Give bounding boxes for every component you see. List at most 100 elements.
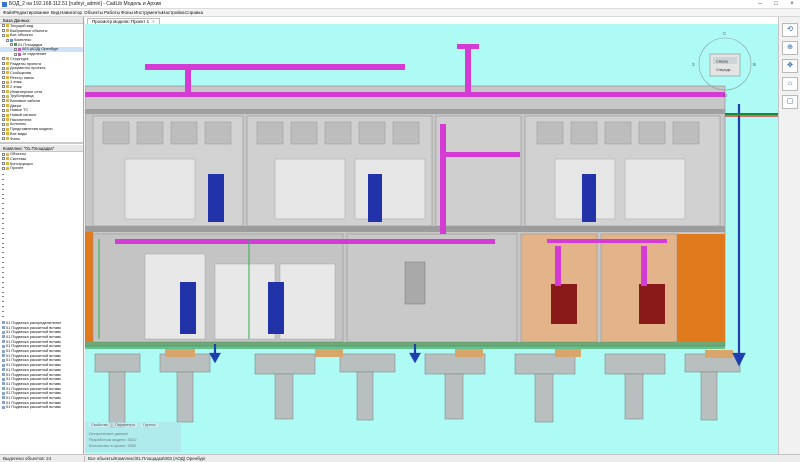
- orange-wall-left: [85, 232, 93, 342]
- expand-toggle-icon[interactable]: [2, 80, 5, 84]
- tree-connector: [2, 262, 4, 264]
- list-item-label: 01 Подвеска раскатной вставк: [6, 400, 61, 405]
- minimize-button[interactable]: –: [752, 0, 768, 9]
- folder-icon: [6, 80, 9, 84]
- element-icon: [2, 391, 5, 395]
- expand-toggle-icon[interactable]: [2, 113, 5, 117]
- zoom-icon[interactable]: ⊕: [782, 41, 798, 55]
- element-icon: [2, 372, 5, 376]
- expand-toggle-icon[interactable]: [2, 118, 5, 122]
- tree-connector: [2, 188, 4, 190]
- expand-toggle-icon[interactable]: [2, 61, 5, 65]
- info-tab-groups[interactable]: Группы: [141, 423, 158, 427]
- menu-file[interactable]: Файл: [3, 10, 14, 15]
- folder-icon: [6, 152, 9, 156]
- menu-settings[interactable]: Настройка: [162, 10, 185, 15]
- pan-icon[interactable]: ✥: [782, 59, 798, 73]
- view-cube[interactable]: [698, 37, 752, 91]
- list-item-label: 01 Подвеска раскатной вставк: [6, 325, 61, 330]
- menu-objects[interactable]: Объекты: [84, 10, 103, 15]
- expand-toggle-icon[interactable]: [2, 136, 5, 140]
- folder-icon: [6, 94, 9, 98]
- expand-toggle-icon[interactable]: [2, 127, 5, 131]
- menu-view[interactable]: Вид: [51, 10, 59, 15]
- list-item-label: 01 Подвеска раскатной вставк: [6, 349, 61, 354]
- tree-item[interactable]: Фоны: [0, 137, 83, 142]
- bim-model-render: Сверху Спереди С Ю З В: [85, 31, 778, 454]
- element-icon: [2, 330, 5, 334]
- info-line: Количество в проект: 4550: [89, 444, 136, 448]
- tree-connector: [2, 247, 4, 249]
- expand-toggle-icon[interactable]: [2, 66, 5, 70]
- element-icon: [2, 382, 5, 386]
- element-icon: [2, 349, 5, 353]
- element-list: 01 Подвеска распределительн 01 Подвеска р…: [0, 321, 83, 410]
- expand-toggle-icon[interactable]: [2, 76, 5, 80]
- maximize-button[interactable]: □: [768, 0, 784, 9]
- expand-toggle-icon[interactable]: [14, 52, 17, 56]
- list-item-label: 01 Подвеска раскатной вставк: [6, 381, 61, 386]
- folder-icon: [6, 99, 9, 103]
- orange-wall-right: [677, 234, 725, 342]
- tree-item-label: 2 этаж: [10, 84, 22, 89]
- status-selected-count: Выделено объектов: 24: [3, 456, 52, 461]
- model-3d-view[interactable]: Сверху Спереди С Ю З В Свойства Параметр…: [85, 24, 778, 454]
- tree-item-label: Разделы проекта: [10, 61, 41, 66]
- model-viewport-frame: Просмотр модели: Проект 1 × Сверху Спере…: [85, 17, 778, 454]
- expand-toggle-icon[interactable]: [2, 71, 5, 75]
- expand-toggle-icon[interactable]: [2, 24, 5, 28]
- folder-icon: [6, 132, 9, 136]
- expand-toggle-icon[interactable]: [2, 157, 5, 161]
- expand-toggle-icon[interactable]: [2, 90, 5, 94]
- expand-toggle-icon[interactable]: [2, 94, 5, 98]
- menu-tools[interactable]: Инструменты: [134, 10, 163, 15]
- folder-icon: [6, 90, 9, 94]
- tree-connector: [2, 291, 4, 293]
- tree-connector: [2, 218, 4, 220]
- info-tab-properties[interactable]: Свойства: [89, 423, 110, 427]
- list-item-label: 01 Подвеска раскатной вставк: [6, 330, 61, 335]
- expand-toggle-icon[interactable]: [2, 85, 5, 89]
- home-view-icon[interactable]: ⌂: [782, 77, 798, 91]
- menu-help[interactable]: Справка: [185, 10, 203, 15]
- expand-toggle-icon[interactable]: [2, 99, 5, 103]
- folder-icon: [6, 85, 9, 89]
- panel-splitter[interactable]: [0, 142, 83, 145]
- menu-works[interactable]: Работы: [104, 10, 120, 15]
- menu-backgrounds[interactable]: Фоны: [121, 10, 133, 15]
- expand-toggle-icon[interactable]: [10, 43, 13, 47]
- expand-toggle-icon[interactable]: [2, 33, 5, 37]
- tree-item-label: Документы проекта: [10, 66, 46, 71]
- expand-toggle-icon[interactable]: [2, 152, 5, 156]
- list-item-label: 01 Подвеска раскатной вставк: [6, 363, 61, 368]
- list-item-label: 01 Подвеска раскатной вставк: [6, 344, 61, 349]
- ground-slab: [85, 342, 725, 349]
- info-tab-params[interactable]: Параметры: [113, 423, 138, 427]
- fit-view-icon[interactable]: ▢: [782, 95, 798, 109]
- expand-toggle-icon[interactable]: [2, 104, 5, 108]
- expand-toggle-icon[interactable]: [2, 108, 5, 112]
- tree-item-label: Структура: [10, 56, 29, 61]
- folder-icon: [6, 118, 9, 122]
- expand-toggle-icon[interactable]: [2, 162, 5, 166]
- expand-toggle-icon[interactable]: [2, 57, 5, 61]
- expand-toggle-icon[interactable]: [14, 47, 17, 51]
- menu-edit[interactable]: Редактирование: [14, 10, 49, 15]
- expand-toggle-icon[interactable]: [2, 122, 5, 126]
- expand-toggle-icon[interactable]: [2, 166, 5, 170]
- tree-connector: [2, 183, 4, 185]
- expand-toggle-icon[interactable]: [2, 132, 5, 136]
- tree-connector: [2, 232, 4, 234]
- menu-bar: Файл Редактирование Вид Навигатор Объект…: [0, 9, 800, 17]
- element-icon: [2, 405, 5, 409]
- orbit-icon[interactable]: ⟲: [782, 23, 798, 37]
- menu-navigator[interactable]: Навигатор: [60, 10, 82, 15]
- folder-icon: [6, 76, 9, 80]
- tree-connector: [2, 281, 4, 283]
- complex-tree: Объекты Системы Конструкции Прочее: [0, 152, 83, 171]
- expand-toggle-icon[interactable]: [2, 29, 5, 33]
- expand-toggle-icon[interactable]: [6, 38, 9, 42]
- close-button[interactable]: ×: [784, 0, 800, 9]
- list-item[interactable]: 01 Подвеска раскатной вставк: [0, 405, 83, 410]
- info-line: Исторические данные: [89, 432, 128, 436]
